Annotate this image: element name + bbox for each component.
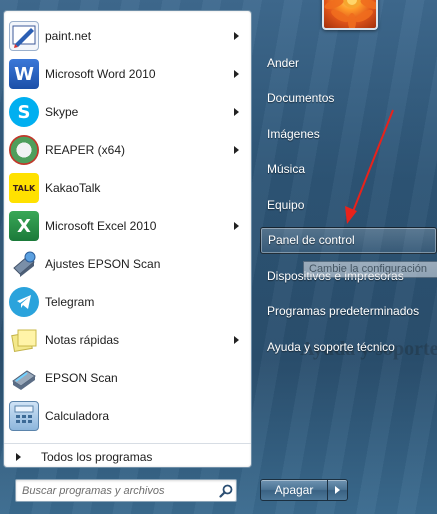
- program-kakaotalk[interactable]: TALK KakaoTalk: [4, 169, 251, 207]
- place-label: Ayuda y soporte técnico: [267, 339, 395, 354]
- epson-scan-icon: [9, 363, 39, 393]
- submenu-arrow-icon[interactable]: [234, 146, 239, 154]
- places-list: Ander Documentos Imágenes Música Equipo …: [260, 45, 437, 365]
- program-calculator[interactable]: Calculadora: [4, 397, 251, 435]
- place-control-panel[interactable]: Panel de control: [260, 226, 437, 254]
- submenu-arrow-icon[interactable]: [234, 70, 239, 78]
- search-field[interactable]: [15, 479, 237, 502]
- submenu-arrow-icon[interactable]: [234, 336, 239, 344]
- chevron-right-icon: [335, 486, 340, 494]
- shutdown-group: Apagar: [260, 479, 348, 501]
- control-panel-tooltip: Cambie la configuración: [303, 261, 437, 278]
- place-label: Programas predeterminados: [267, 304, 420, 319]
- shutdown-button[interactable]: Apagar: [260, 479, 328, 501]
- place-computer[interactable]: Equipo: [260, 187, 437, 223]
- expand-arrow-icon: [16, 452, 21, 461]
- paintnet-icon: [9, 21, 39, 51]
- program-label: Notas rápidas: [45, 333, 120, 347]
- program-sticky-notes[interactable]: Notas rápidas: [4, 321, 251, 359]
- place-label: Panel de control: [268, 233, 355, 247]
- sticky-notes-icon: [9, 325, 39, 355]
- shutdown-options-button[interactable]: [328, 479, 348, 501]
- program-label: KakaoTalk: [45, 181, 101, 195]
- program-label: paint.net: [45, 29, 92, 43]
- place-pictures[interactable]: Imágenes: [260, 116, 437, 152]
- place-user-folder[interactable]: Ander: [260, 45, 437, 81]
- program-label: Skype: [45, 105, 79, 119]
- search-icon[interactable]: [216, 481, 236, 501]
- telegram-icon: [9, 287, 39, 317]
- program-epson-scan[interactable]: EPSON Scan: [4, 359, 251, 397]
- skype-icon: S: [9, 97, 39, 127]
- program-epson-settings[interactable]: Ajustes EPSON Scan: [4, 245, 251, 283]
- all-programs-button[interactable]: Todos los programas: [4, 443, 251, 469]
- calculator-icon: [9, 401, 39, 431]
- flower-image: [324, 0, 376, 28]
- user-avatar[interactable]: [322, 0, 378, 30]
- program-telegram[interactable]: Telegram: [4, 283, 251, 321]
- program-reaper[interactable]: REAPER (x64): [4, 131, 251, 169]
- word-icon: W: [9, 59, 39, 89]
- reaper-icon: [9, 135, 39, 165]
- program-label: Calculadora: [45, 409, 110, 423]
- program-paintnet[interactable]: paint.net: [4, 17, 251, 55]
- program-label: Telegram: [45, 295, 95, 309]
- place-documents[interactable]: Documentos: [260, 81, 437, 117]
- excel-icon: X: [9, 211, 39, 241]
- place-music[interactable]: Música: [260, 152, 437, 188]
- kakaotalk-icon: TALK: [9, 173, 39, 203]
- program-label: Ajustes EPSON Scan: [45, 257, 161, 271]
- place-label: Equipo: [267, 197, 305, 212]
- shutdown-label: Apagar: [274, 483, 314, 497]
- place-help-support[interactable]: Ayuda y soporte técnico: [260, 329, 437, 365]
- submenu-arrow-icon[interactable]: [234, 222, 239, 230]
- all-programs-label: Todos los programas: [41, 449, 153, 464]
- programs-panel: paint.net W Microsoft Word 2010 S Skype …: [3, 10, 252, 468]
- search-input[interactable]: [22, 484, 216, 497]
- place-default-programs[interactable]: Programas predeterminados: [260, 294, 437, 330]
- submenu-arrow-icon[interactable]: [234, 32, 239, 40]
- place-label: Ander: [267, 55, 300, 70]
- program-label: Microsoft Excel 2010: [45, 219, 157, 233]
- program-label: REAPER (x64): [45, 143, 126, 157]
- program-excel[interactable]: X Microsoft Excel 2010: [4, 207, 251, 245]
- epson-settings-icon: [9, 249, 39, 279]
- program-word[interactable]: W Microsoft Word 2010: [4, 55, 251, 93]
- program-skype[interactable]: S Skype: [4, 93, 251, 131]
- place-label: Música: [267, 162, 306, 177]
- place-label: Documentos: [267, 91, 335, 106]
- start-menu: Ayuda y soporte técnico Ayu: [0, 0, 437, 514]
- place-label: Imágenes: [267, 126, 320, 141]
- submenu-arrow-icon[interactable]: [234, 108, 239, 116]
- pinned-programs-list: paint.net W Microsoft Word 2010 S Skype …: [4, 17, 251, 435]
- program-label: Microsoft Word 2010: [45, 67, 156, 81]
- program-label: EPSON Scan: [45, 371, 118, 385]
